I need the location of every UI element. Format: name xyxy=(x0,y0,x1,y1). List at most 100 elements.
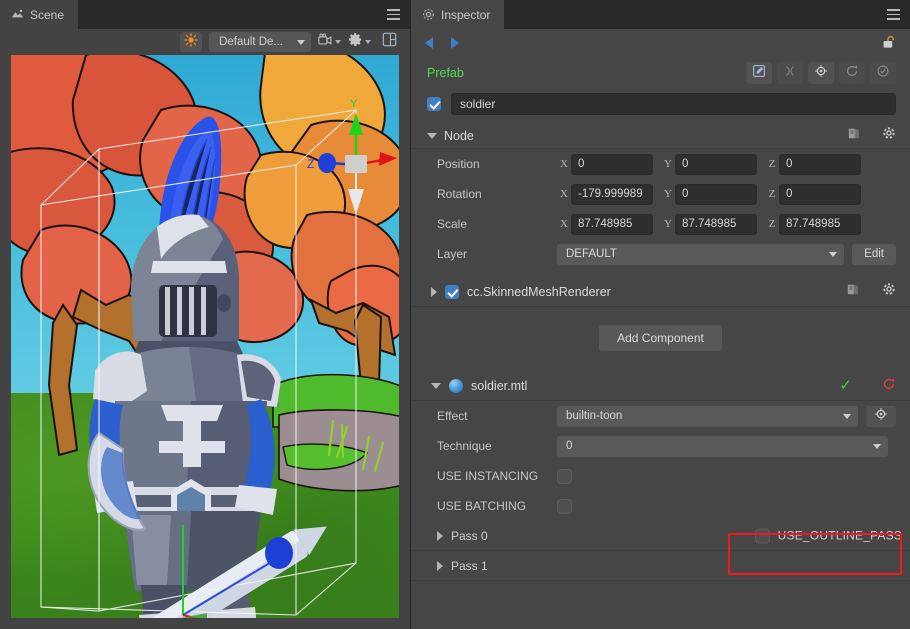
edit-prefab-button[interactable] xyxy=(746,62,772,84)
tab-scene[interactable]: Scene xyxy=(0,0,80,29)
target-icon xyxy=(874,407,888,426)
check-icon[interactable]: ✓ xyxy=(839,378,852,393)
vector3-field: X Y Z xyxy=(557,153,896,175)
prefab-actions xyxy=(746,62,896,84)
chevron-right-icon[interactable] xyxy=(431,286,437,297)
axis-label-x: X xyxy=(560,218,568,230)
property-label: Position xyxy=(437,157,480,171)
prefab-label: Prefab xyxy=(427,66,464,80)
use-batching-checkbox[interactable] xyxy=(557,498,572,514)
scene-render-surface[interactable]: Z Y xyxy=(11,55,399,618)
node-name-input[interactable] xyxy=(451,93,896,115)
rotation-x-input[interactable] xyxy=(571,183,653,205)
position-z-input[interactable] xyxy=(779,153,861,175)
rotation-z-input[interactable] xyxy=(779,183,861,205)
pass-label: Pass 0 xyxy=(451,528,488,543)
node-section-header[interactable]: Node xyxy=(411,123,910,149)
unlocked-padlock-icon[interactable] xyxy=(882,35,898,50)
revert-prefab-button[interactable] xyxy=(839,62,865,84)
material-header[interactable]: soldier.mtl ✓ xyxy=(411,371,910,401)
axis-label-y: Y xyxy=(664,188,672,200)
rotation-y-input[interactable] xyxy=(675,183,757,205)
scene-toolbar: Default De... xyxy=(0,29,410,55)
chevron-down-icon[interactable] xyxy=(427,132,437,139)
book-icon[interactable] xyxy=(846,283,860,301)
tabbar-spacer xyxy=(79,0,382,29)
prefab-row: Prefab xyxy=(411,57,910,89)
chevron-down-icon xyxy=(365,40,371,44)
scene-layout-select[interactable]: Default De... xyxy=(209,32,311,52)
node-enabled-checkbox[interactable] xyxy=(427,97,441,111)
axis-orientation-widget[interactable]: Z Y xyxy=(11,55,399,618)
technique-select-value: 0 xyxy=(566,440,573,452)
book-icon[interactable] xyxy=(847,127,861,145)
axis-label-y: Y xyxy=(664,158,672,170)
use-instancing-checkbox[interactable] xyxy=(557,468,572,484)
gear-icon[interactable] xyxy=(882,282,896,301)
hamburger-icon-line xyxy=(886,18,900,20)
inspector-tabbar: Inspector xyxy=(411,0,910,29)
layer-edit-button[interactable]: Edit xyxy=(852,243,896,265)
layer-select[interactable]: DEFAULT xyxy=(557,243,845,265)
scene-settings-dropdown[interactable] xyxy=(348,32,371,52)
scene-viewport[interactable]: Z Y xyxy=(11,55,399,618)
position-y-input[interactable] xyxy=(675,153,757,175)
scale-y-input[interactable] xyxy=(675,213,757,235)
grid-layout-icon xyxy=(382,32,397,52)
scene-lighting-toggle[interactable] xyxy=(180,32,203,52)
arrow-left-icon[interactable] xyxy=(425,37,433,49)
refresh-icon[interactable] xyxy=(882,377,896,394)
apply-prefab-button[interactable] xyxy=(870,62,896,84)
effect-select-value: builtin-toon xyxy=(566,410,623,422)
transform-rows: Position X Y Z Rotation X Y Z xyxy=(411,149,910,269)
chevron-right-icon[interactable] xyxy=(437,530,443,541)
inspector-menu-button[interactable] xyxy=(882,0,910,29)
locate-prefab-button[interactable] xyxy=(808,62,834,84)
camera-icon xyxy=(318,33,333,52)
effect-select[interactable]: builtin-toon xyxy=(557,405,858,427)
arrow-right-icon[interactable] xyxy=(451,37,459,49)
property-label: Layer xyxy=(437,247,468,261)
tab-inspector[interactable]: Inspector xyxy=(411,0,506,29)
add-component-button[interactable]: Add Component xyxy=(599,325,722,351)
hamburger-icon-line xyxy=(386,18,400,20)
scale-z-input[interactable] xyxy=(779,213,861,235)
technique-select[interactable]: 0 xyxy=(557,435,888,457)
gear-icon xyxy=(422,8,435,21)
chevron-down-icon[interactable] xyxy=(431,382,441,389)
chevron-down-icon xyxy=(335,40,341,44)
property-row-scale: Scale X Y Z xyxy=(411,209,910,239)
chevron-right-icon[interactable] xyxy=(437,560,443,571)
property-label: Effect xyxy=(437,409,468,423)
vector3-field: X Y Z xyxy=(557,183,896,205)
unlink-prefab-button[interactable] xyxy=(777,62,803,84)
chevron-down-icon xyxy=(297,39,305,45)
scene-tabbar: Scene xyxy=(0,0,410,29)
component-name: cc.SkinnedMeshRenderer xyxy=(467,284,611,299)
axis-label-z: Z xyxy=(768,158,776,170)
hamburger-icon-line xyxy=(886,9,900,11)
pass-row-1[interactable]: Pass 1 xyxy=(411,551,910,581)
scene-panel: Scene Default De... Z Y xyxy=(0,0,410,629)
scale-x-input[interactable] xyxy=(571,213,653,235)
sun-icon xyxy=(184,32,199,52)
scene-menu-button[interactable] xyxy=(382,0,410,29)
axis-label-y: Y xyxy=(664,218,672,230)
property-label: Rotation xyxy=(437,187,482,201)
effect-locate-button[interactable] xyxy=(866,405,896,427)
use-outline-pass-checkbox[interactable] xyxy=(754,528,770,543)
scene-layout-value: Default De... xyxy=(219,36,283,48)
component-enabled-checkbox[interactable] xyxy=(445,284,459,299)
position-x-input[interactable] xyxy=(571,153,653,175)
editor-window: Scene Default De... Z Y Inspector Prefab… xyxy=(0,0,910,629)
component-header-skinnedmeshrenderer[interactable]: cc.SkinnedMeshRenderer xyxy=(411,277,910,307)
scene-camera-dropdown[interactable] xyxy=(318,33,341,52)
material-sphere-icon xyxy=(449,378,463,393)
inspector-nav xyxy=(411,29,910,57)
target-icon xyxy=(814,64,828,83)
scene-grid-layout-button[interactable] xyxy=(378,32,400,52)
gear-icon[interactable] xyxy=(882,126,896,145)
hamburger-icon-line xyxy=(386,13,400,16)
pass-row-0[interactable]: Pass 0 USE_OUTLINE_PASS xyxy=(411,521,910,551)
tabbar-spacer xyxy=(505,0,882,29)
